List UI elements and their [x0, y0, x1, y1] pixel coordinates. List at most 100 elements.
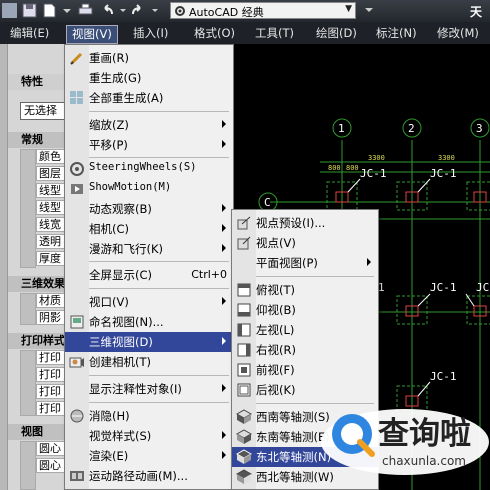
right-view-icon	[236, 342, 252, 358]
group-view[interactable]: 视图	[8, 424, 70, 440]
showmotion-icon	[69, 181, 85, 197]
print-icon[interactable]	[78, 3, 93, 18]
menu-view[interactable]: 视图(V)	[66, 25, 118, 44]
menu-item-top-view[interactable]: 俯视(T)	[232, 280, 378, 300]
dimension-text: 800	[328, 164, 341, 172]
film-icon	[69, 468, 85, 484]
menu-item-plan-view[interactable]: 平面视图(P)	[232, 253, 378, 273]
named-view-icon	[69, 314, 85, 330]
menu-separator	[89, 261, 229, 262]
menu-item-motion-path[interactable]: 运动路径动画(M)...	[65, 466, 233, 486]
menu-item-redraw[interactable]: 重画(R)	[65, 48, 233, 68]
submenu-arrow-icon	[222, 337, 226, 345]
hide-icon	[69, 408, 85, 424]
menu-insert[interactable]: 插入(I)	[128, 25, 173, 42]
menu-draw[interactable]: 绘图(D)	[311, 25, 362, 42]
foundation-label: JC-1	[476, 281, 490, 294]
menu-modify[interactable]: 修改(M)	[432, 25, 484, 42]
selection-dropdown[interactable]: 无选择	[20, 102, 70, 120]
menu-item-render[interactable]: 渲染(E)	[65, 446, 233, 466]
axis-label: C	[264, 196, 271, 209]
axis-label: 1	[338, 122, 345, 135]
submenu-arrow-icon	[222, 244, 226, 252]
gear-icon	[174, 5, 186, 20]
group-general[interactable]: 常规	[8, 132, 70, 148]
foundation-label: JC-1	[360, 167, 387, 180]
submenu-arrow-icon	[222, 451, 226, 459]
chevron-down-icon[interactable]	[362, 3, 377, 18]
toolbar: AutoCAD 经典 ▼ 天	[0, 0, 490, 22]
menu-separator	[89, 375, 229, 376]
menu-item-3d-views[interactable]: 三维视图(D)	[65, 332, 233, 352]
workspace-select[interactable]: AutoCAD 经典 ▼	[170, 2, 356, 19]
group-plot-style[interactable]: 打印样式	[8, 333, 70, 349]
front-view-icon	[236, 362, 252, 378]
dimension-text: 3300	[368, 154, 385, 162]
palette-titlebar-strip[interactable]	[0, 44, 8, 490]
menu-item-viewports[interactable]: 视口(V)	[65, 292, 233, 312]
submenu-arrow-icon	[222, 140, 226, 148]
menu-item-steeringwheels[interactable]: SteeringWheels(S)	[65, 159, 233, 179]
left-view-icon	[236, 322, 252, 338]
group-indent	[20, 350, 36, 416]
undo-icon[interactable]	[100, 3, 115, 18]
foundation-label: JC-1	[430, 167, 457, 180]
menu-item-front-view[interactable]: 前视(F)	[232, 360, 378, 380]
menu-item-camera[interactable]: 相机(C)	[65, 219, 233, 239]
group-3d-effects[interactable]: 三维效果	[8, 276, 70, 292]
redo-icon[interactable]	[130, 3, 145, 18]
chevron-down-icon[interactable]	[148, 3, 163, 18]
bottom-view-icon	[236, 302, 252, 318]
group-indent	[20, 441, 36, 490]
menu-item-back-view[interactable]: 后视(K)	[232, 380, 378, 400]
menu-separator	[89, 288, 229, 289]
menu-item-create-camera[interactable]: 创建相机(T)	[65, 352, 233, 372]
submenu-arrow-icon	[222, 204, 226, 212]
watermark-url: chaxunla.com	[382, 454, 466, 468]
menu-item-zoom[interactable]: 缩放(Z)	[65, 115, 233, 135]
menu-item-viewpoint[interactable]: 视点(V)	[232, 233, 378, 253]
menu-item-orbit[interactable]: 动态观察(B)	[65, 199, 233, 219]
submenu-arrow-icon	[222, 224, 226, 232]
top-view-icon	[236, 282, 252, 298]
menu-item-regen[interactable]: 重生成(G)	[65, 68, 233, 88]
view-menu: 重画(R) 重生成(G) 全部重生成(A) 缩放(Z) 平移(P) Steeri…	[64, 44, 234, 490]
group-indent	[20, 293, 36, 325]
regen-all-icon	[69, 90, 85, 106]
menu-item-right-view[interactable]: 右视(R)	[232, 340, 378, 360]
submenu-arrow-icon	[222, 431, 226, 439]
menu-bar: 编辑(E) 视图(V) 插入(I) 格式(O) 工具(T) 绘图(D) 标注(N…	[0, 22, 490, 45]
group-indent	[20, 149, 36, 268]
menu-tools[interactable]: 工具(T)	[250, 25, 299, 42]
dropdown-icon[interactable]	[60, 3, 75, 18]
dimension-text: 800	[346, 164, 359, 172]
menu-item-viewpoint-presets[interactable]: 视点预设(I)...	[232, 213, 378, 233]
menu-item-named-views[interactable]: 命名视图(N)...	[65, 312, 233, 332]
saveas-icon[interactable]	[42, 3, 57, 18]
submenu-arrow-icon	[222, 384, 226, 392]
menu-item-annotative[interactable]: 显示注释性对象(I)	[65, 379, 233, 399]
menu-edit[interactable]: 编辑(E)	[5, 25, 54, 42]
save-icon[interactable]	[22, 3, 37, 18]
menu-item-showmotion[interactable]: ShowMotion(M)	[65, 179, 233, 199]
menu-item-bottom-view[interactable]: 仰视(B)	[232, 300, 378, 320]
camera-icon	[69, 354, 85, 370]
menu-item-visual-styles[interactable]: 视觉样式(S)	[65, 426, 233, 446]
dimension-text: 3300	[438, 154, 455, 162]
submenu-arrow-icon	[222, 297, 226, 305]
chevron-down-icon[interactable]	[116, 3, 131, 18]
menu-item-regenall[interactable]: 全部重生成(A)	[65, 88, 233, 108]
menu-item-hide[interactable]: 消隐(H)	[65, 406, 233, 426]
palette-title: 特性	[8, 74, 70, 90]
menu-item-walkfly[interactable]: 漫游和飞行(K)	[65, 239, 233, 259]
pencil-icon	[69, 50, 85, 66]
app-menu-icon[interactable]	[2, 3, 17, 18]
menu-dimension[interactable]: 标注(N)	[371, 25, 422, 42]
menu-item-pan[interactable]: 平移(P)	[65, 135, 233, 155]
ne-iso-icon	[235, 449, 253, 465]
menu-item-cleanscreen[interactable]: 全屏显示(C) Ctrl+0	[65, 265, 233, 285]
nw-iso-icon	[235, 469, 253, 485]
menu-format[interactable]: 格式(O)	[189, 25, 240, 42]
menu-separator	[89, 111, 229, 112]
menu-item-left-view[interactable]: 左视(L)	[232, 320, 378, 340]
